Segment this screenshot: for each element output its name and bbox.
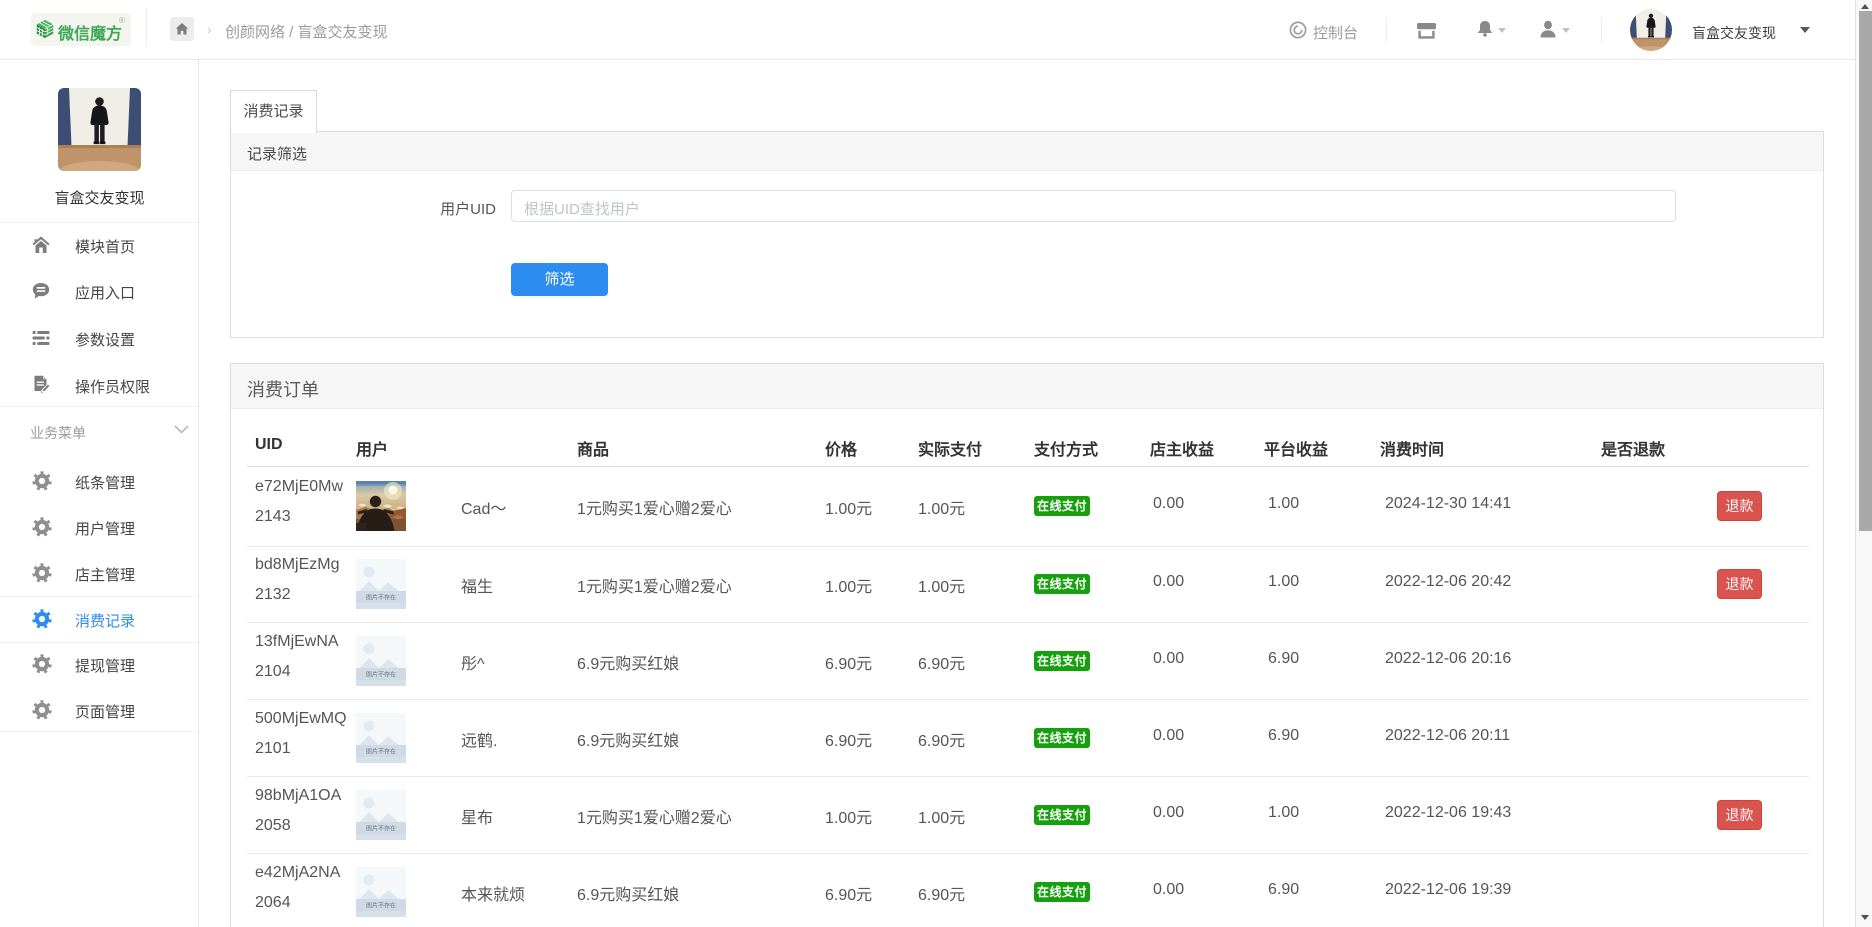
svg-text:图片不存在: 图片不存在 [366, 670, 396, 678]
svg-text:图片不存在: 图片不存在 [366, 824, 396, 832]
svg-text:图片不存在: 图片不存在 [366, 901, 396, 909]
svg-text:图片不存在: 图片不存在 [366, 594, 396, 602]
svg-text:图片不存在: 图片不存在 [366, 747, 396, 755]
